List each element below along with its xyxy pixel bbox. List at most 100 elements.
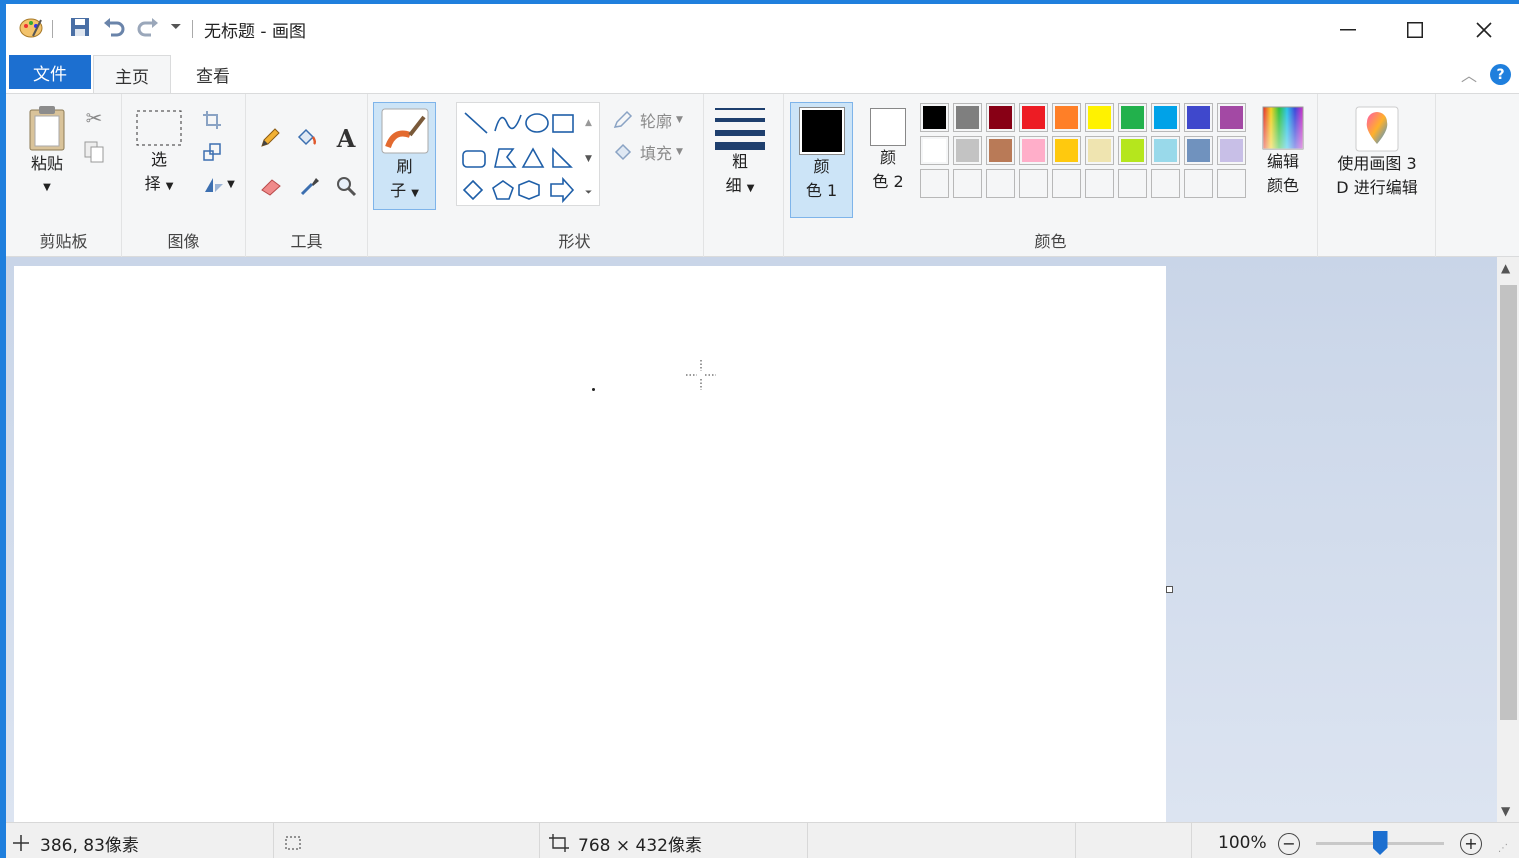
color2-button[interactable]: 颜 色 2 <box>860 108 916 194</box>
custom-color-slot[interactable] <box>1085 169 1114 198</box>
canvas-size: 768 × 432像素 <box>540 823 808 858</box>
maximize-button[interactable] <box>1383 10 1447 50</box>
palette-swatch[interactable] <box>1052 136 1081 165</box>
canvas-resize-handle[interactable] <box>1166 586 1173 593</box>
palette-swatch[interactable] <box>1085 136 1114 165</box>
save-icon[interactable] <box>66 14 94 40</box>
select-button[interactable]: 选 择 ▼ <box>134 108 184 199</box>
palette-swatch[interactable] <box>1151 136 1180 165</box>
swatch-fill <box>1187 139 1210 162</box>
custom-color-slot[interactable] <box>1184 169 1213 198</box>
drawing-canvas[interactable] <box>14 266 1166 822</box>
palette-swatch[interactable] <box>953 103 982 132</box>
swatch-fill <box>1088 172 1111 195</box>
swatch-fill <box>1187 172 1210 195</box>
swatch-fill <box>956 106 979 129</box>
shapes-group: ▲ ▼ ⏷ 轮廓 ▼ 填充 ▼ 形状 <box>446 94 704 258</box>
swatch-fill <box>1121 172 1144 195</box>
scroll-thumb[interactable] <box>1500 285 1517 720</box>
palette-swatch[interactable] <box>1118 103 1147 132</box>
palette-swatch[interactable] <box>1019 103 1048 132</box>
palette-swatch[interactable] <box>1217 136 1246 165</box>
zoom-slider-thumb[interactable] <box>1372 831 1388 855</box>
paint-app-icon[interactable] <box>16 14 46 40</box>
colors-group-label: 颜色 <box>1034 232 1067 251</box>
size-label-line1: 粗 <box>731 152 748 171</box>
size-button[interactable]: 粗 细 ▼ <box>714 106 766 201</box>
minimize-button[interactable] <box>1316 10 1380 50</box>
swatch-fill <box>1121 106 1144 129</box>
palette-swatch[interactable] <box>1118 136 1147 165</box>
custom-color-slot[interactable] <box>1151 169 1180 198</box>
edit-colors-label-line1: 编辑 <box>1266 152 1299 171</box>
customize-quick-access-icon[interactable]: ⏷ <box>166 14 186 40</box>
magnifier-icon[interactable] <box>332 172 360 200</box>
canvas-size-icon <box>549 834 569 852</box>
swatch-fill <box>923 139 946 162</box>
pencil-icon[interactable] <box>256 124 284 152</box>
edit-colors-icon <box>1262 106 1304 150</box>
paint3d-group: 使用画图 3 D 进行编辑 <box>1318 94 1436 258</box>
close-button[interactable] <box>1452 10 1516 50</box>
palette-swatch[interactable] <box>1052 103 1081 132</box>
undo-icon[interactable] <box>100 14 128 40</box>
swatch-fill <box>1154 172 1177 195</box>
scroll-up-icon[interactable]: ▲ <box>1501 261 1510 275</box>
fill-button[interactable]: 填充 ▼ <box>612 140 683 164</box>
edit-with-paint3d-button[interactable]: 使用画图 3 D 进行编辑 <box>1324 106 1430 200</box>
palette-swatch[interactable] <box>1151 103 1180 132</box>
fill-bucket-icon[interactable] <box>292 124 320 152</box>
vertical-scrollbar[interactable]: ▲ ▼ <box>1497 257 1519 822</box>
swatch-fill <box>1022 139 1045 162</box>
text-tool-icon[interactable]: A <box>332 124 360 153</box>
custom-color-slot[interactable] <box>986 169 1015 198</box>
custom-color-slot[interactable] <box>1019 169 1048 198</box>
swatch-fill <box>1022 172 1045 195</box>
dropdown-arrow-icon: ▼ <box>676 115 683 125</box>
palette-swatch[interactable] <box>1217 103 1246 132</box>
swatch-fill <box>1055 172 1078 195</box>
palette-swatch[interactable] <box>986 136 1015 165</box>
tab-view[interactable]: 查看 <box>174 55 252 94</box>
paste-button[interactable]: 粘贴 ▼ <box>20 104 74 200</box>
swatch-fill <box>1220 172 1243 195</box>
palette-swatch[interactable] <box>920 103 949 132</box>
collapse-ribbon-icon[interactable]: ︿ <box>1461 62 1477 86</box>
palette-swatch[interactable] <box>1019 136 1048 165</box>
tab-file[interactable]: 文件 <box>9 55 91 89</box>
tab-home[interactable]: 主页 <box>93 55 171 94</box>
color-picker-icon[interactable] <box>296 172 324 200</box>
palette-swatch[interactable] <box>1184 103 1213 132</box>
color1-swatch <box>798 107 845 155</box>
cut-icon[interactable]: ✂ <box>80 104 108 132</box>
zoom-out-button[interactable]: − <box>1278 833 1300 855</box>
size-group: 粗 细 ▼ <box>704 94 784 258</box>
custom-color-slot[interactable] <box>953 169 982 198</box>
color1-button[interactable]: 颜 色 1 <box>790 102 853 218</box>
ribbon-tabs: 文件 主页 查看 ︿ ? <box>6 50 1519 94</box>
resize-icon[interactable] <box>198 138 226 166</box>
eraser-icon[interactable] <box>258 172 286 200</box>
help-icon[interactable]: ? <box>1490 64 1511 85</box>
redo-icon[interactable] <box>134 14 162 40</box>
color1-label-line1: 颜 <box>813 157 830 176</box>
palette-swatch[interactable] <box>1184 136 1213 165</box>
swatch-fill <box>1088 139 1111 162</box>
scroll-down-icon[interactable]: ▼ <box>1501 804 1510 818</box>
palette-swatch[interactable] <box>986 103 1015 132</box>
crop-icon[interactable] <box>198 106 226 134</box>
custom-color-slot[interactable] <box>1052 169 1081 198</box>
palette-swatch[interactable] <box>920 136 949 165</box>
rotate-icon[interactable]: ▼ <box>198 170 240 198</box>
zoom-in-button[interactable]: + <box>1460 833 1482 855</box>
copy-icon[interactable] <box>80 138 108 166</box>
brushes-button[interactable]: 刷 子 ▼ <box>373 102 436 210</box>
color2-swatch <box>870 108 906 146</box>
custom-color-slot[interactable] <box>1118 169 1147 198</box>
custom-color-slot[interactable] <box>1217 169 1246 198</box>
edit-colors-button[interactable]: 编辑 颜色 <box>1254 106 1312 198</box>
palette-swatch[interactable] <box>1085 103 1114 132</box>
custom-color-slot[interactable] <box>920 169 949 198</box>
outline-button[interactable]: 轮廓 ▼ <box>612 108 683 132</box>
palette-swatch[interactable] <box>953 136 982 165</box>
